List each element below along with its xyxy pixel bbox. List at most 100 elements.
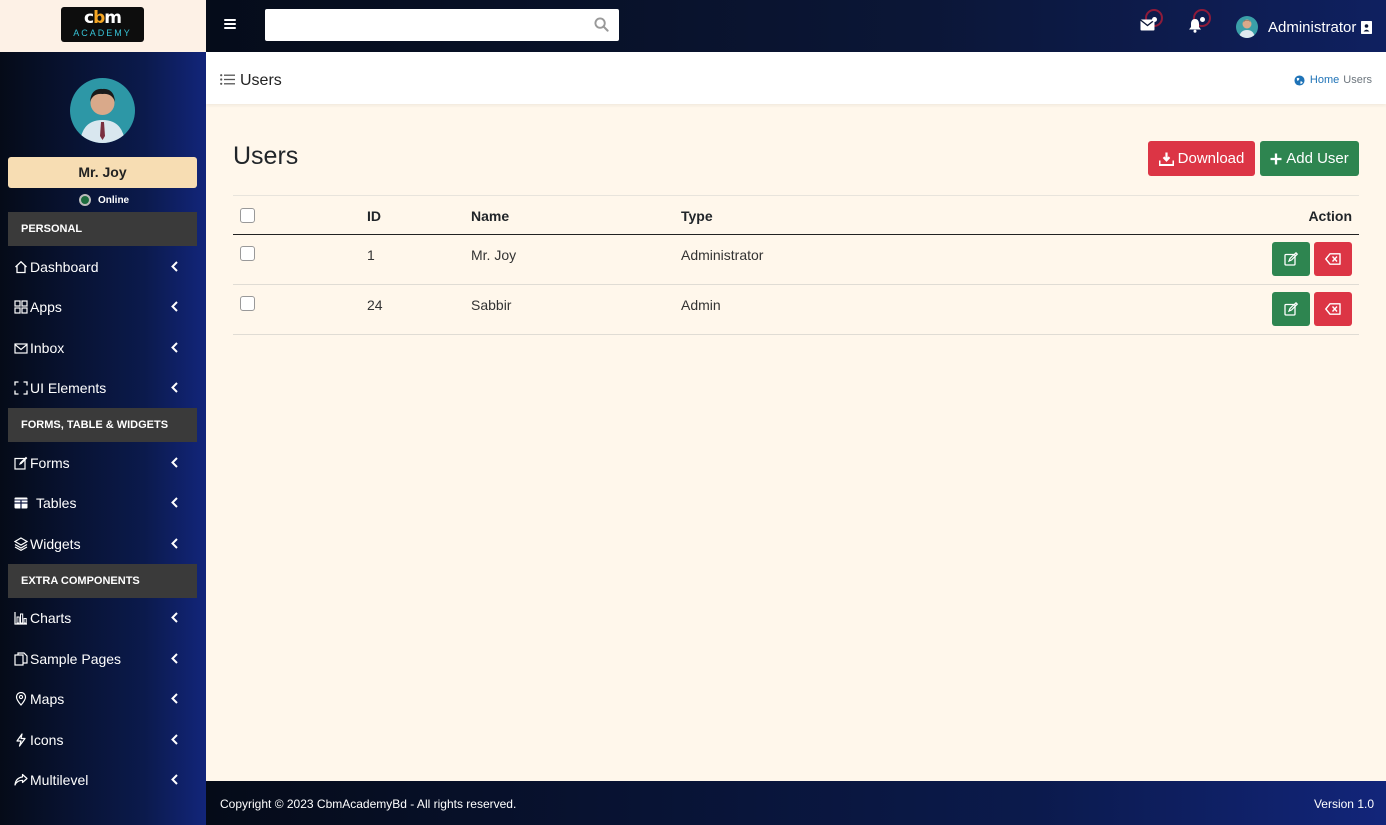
delete-button[interactable] bbox=[1314, 292, 1352, 326]
cell-type: Admin bbox=[681, 297, 721, 313]
download-button[interactable]: Download bbox=[1148, 141, 1255, 176]
cbm-academy-logo[interactable]: cbm ACADEMY bbox=[61, 7, 144, 42]
cell-name: Mr. Joy bbox=[471, 247, 517, 263]
chevron-left-icon bbox=[171, 301, 178, 312]
table-header: ID Name Type Action bbox=[233, 195, 1359, 235]
column-header-id: ID bbox=[367, 208, 381, 224]
chevron-left-icon bbox=[171, 382, 178, 393]
edit-button[interactable] bbox=[1272, 242, 1310, 276]
chevron-left-icon bbox=[171, 612, 178, 623]
table-row: 1 Mr. Joy Administrator bbox=[233, 235, 1359, 285]
search-icon[interactable] bbox=[594, 17, 609, 32]
cell-name: Sabbir bbox=[471, 297, 512, 313]
sidebar-item-tables[interactable]: Tables bbox=[8, 483, 197, 523]
chevron-left-icon bbox=[171, 261, 178, 272]
chevron-left-icon bbox=[171, 734, 178, 745]
brand-area: cbm ACADEMY bbox=[0, 0, 206, 52]
sidebar-item-apps[interactable]: Apps bbox=[8, 287, 197, 327]
grid-icon bbox=[14, 300, 28, 314]
sidebar-item-inbox[interactable]: Inbox bbox=[8, 328, 197, 368]
online-status: Online bbox=[79, 194, 129, 206]
section-personal: PERSONAL bbox=[8, 212, 197, 246]
breadcrumb-current: Users bbox=[1343, 74, 1372, 86]
message-dot bbox=[1152, 17, 1157, 22]
section-extra-components: EXTRA COMPONENTS bbox=[8, 564, 197, 598]
chevron-left-icon bbox=[171, 342, 178, 353]
sidebar-item-label: UI Elements bbox=[30, 380, 107, 396]
table-row: 24 Sabbir Admin bbox=[233, 285, 1359, 335]
search-box bbox=[265, 9, 619, 41]
notifications-button[interactable] bbox=[1188, 9, 1212, 38]
share-icon bbox=[14, 773, 28, 786]
map-pin-icon bbox=[15, 692, 27, 706]
top-navbar: Administrator bbox=[206, 0, 1386, 52]
lightning-icon bbox=[16, 733, 26, 747]
list-icon bbox=[220, 74, 235, 85]
chevron-left-icon bbox=[171, 538, 178, 549]
row-checkbox[interactable] bbox=[240, 246, 255, 261]
version-text: Version 1.0 bbox=[1313, 797, 1374, 811]
add-user-label: Add User bbox=[1286, 150, 1349, 167]
user-menu[interactable]: Administrator bbox=[1236, 16, 1373, 38]
page-title: Users bbox=[240, 72, 282, 89]
chevron-left-icon bbox=[171, 497, 178, 508]
sidebar-item-forms[interactable]: Forms bbox=[8, 443, 197, 483]
profile-avatar[interactable] bbox=[70, 78, 135, 143]
breadcrumb-bar: Users Home Users bbox=[206, 52, 1386, 104]
chevron-left-icon bbox=[171, 653, 178, 664]
delete-button[interactable] bbox=[1314, 242, 1352, 276]
download-label: Download bbox=[1177, 150, 1245, 167]
sidebar-item-ui-elements[interactable]: UI Elements bbox=[8, 368, 197, 408]
select-all-checkbox[interactable] bbox=[240, 208, 255, 223]
sidebar-item-label: Forms bbox=[30, 455, 70, 471]
search-input[interactable] bbox=[265, 9, 585, 41]
files-icon bbox=[14, 652, 28, 666]
edit-icon bbox=[1284, 302, 1298, 316]
logo-text: cbm bbox=[84, 8, 122, 28]
chevron-left-icon bbox=[171, 774, 178, 785]
globe-icon bbox=[1294, 74, 1305, 86]
sidebar-item-label: Sample Pages bbox=[30, 651, 122, 667]
user-name: Administrator bbox=[1268, 18, 1357, 36]
sidebar-item-label: Charts bbox=[30, 610, 72, 626]
download-icon bbox=[1158, 152, 1174, 166]
sidebar-item-label: Inbox bbox=[30, 340, 65, 356]
messages-button[interactable] bbox=[1140, 9, 1164, 38]
footer: Copyright © 2023 CbmAcademyBd - All righ… bbox=[206, 781, 1386, 825]
profile-name: Mr. Joy bbox=[8, 157, 197, 188]
sidebar: Mr. Joy Online PERSONAL Dashboard Apps I… bbox=[0, 52, 206, 825]
sidebar-item-widgets[interactable]: Widgets bbox=[8, 524, 197, 564]
sidebar-item-label: Dashboard bbox=[30, 259, 99, 275]
chevron-left-icon bbox=[171, 457, 178, 468]
sidebar-item-multilevel[interactable]: Multilevel bbox=[8, 760, 197, 800]
edit-button[interactable] bbox=[1272, 292, 1310, 326]
plus-icon bbox=[1270, 153, 1282, 164]
envelope-icon bbox=[14, 343, 28, 354]
cell-id: 24 bbox=[367, 297, 383, 313]
layers-icon bbox=[14, 537, 28, 551]
bar-chart-icon bbox=[14, 612, 27, 625]
sidebar-item-label: Maps bbox=[30, 691, 65, 707]
section-forms-table-widgets: FORMS, TABLE & WIDGETS bbox=[8, 408, 197, 442]
status-label: Online bbox=[98, 194, 130, 206]
sidebar-item-sample-pages[interactable]: Sample Pages bbox=[8, 639, 197, 679]
breadcrumb: Home Users bbox=[1294, 74, 1372, 86]
breadcrumb-home-link[interactable]: Home bbox=[1310, 74, 1339, 86]
status-dot bbox=[79, 194, 91, 206]
sidebar-item-label: Multilevel bbox=[30, 772, 89, 788]
add-user-button[interactable]: Add User bbox=[1260, 141, 1359, 176]
id-card-icon bbox=[1361, 20, 1373, 34]
cell-type: Administrator bbox=[681, 247, 764, 263]
menu-toggle-icon[interactable] bbox=[224, 17, 236, 35]
row-checkbox[interactable] bbox=[240, 296, 255, 311]
logo-subtext: ACADEMY bbox=[73, 28, 132, 38]
backspace-icon bbox=[1325, 303, 1341, 315]
edit-icon bbox=[14, 456, 28, 470]
sidebar-item-maps[interactable]: Maps bbox=[8, 679, 197, 719]
home-icon bbox=[15, 260, 27, 274]
users-heading: Users bbox=[233, 142, 299, 170]
sidebar-item-icons[interactable]: Icons bbox=[8, 720, 197, 760]
sidebar-item-charts[interactable]: Charts bbox=[8, 598, 197, 638]
sidebar-item-label: Tables bbox=[36, 495, 77, 511]
sidebar-item-dashboard[interactable]: Dashboard bbox=[8, 247, 197, 287]
